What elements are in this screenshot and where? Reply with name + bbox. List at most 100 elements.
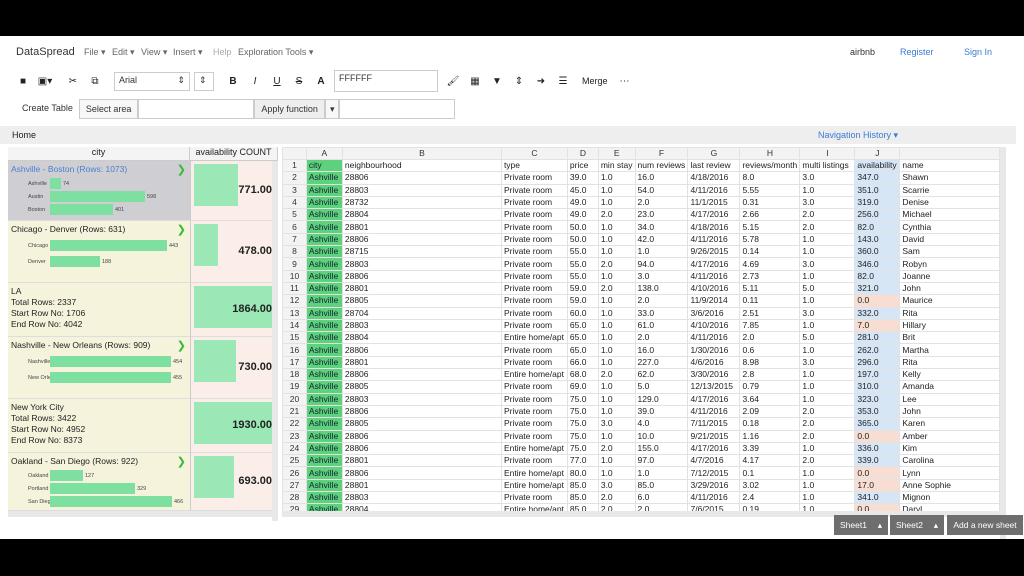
cell[interactable]: 2.0 [799, 208, 856, 222]
cell[interactable]: 82.0 [854, 220, 901, 234]
cell[interactable]: 1.0 [597, 466, 636, 480]
cell[interactable]: 339.0 [854, 454, 901, 468]
cell[interactable]: 28806 [341, 269, 502, 283]
cell[interactable]: 2.0 [597, 491, 636, 505]
cell[interactable]: 1.0 [597, 195, 636, 210]
cell[interactable]: Kim [899, 441, 1000, 456]
cell[interactable]: 1.0 [799, 478, 856, 493]
cell[interactable]: 1.0 [799, 318, 856, 333]
signin-link[interactable]: Sign In [964, 47, 992, 57]
menu-exploration-tools[interactable]: Exploration Tools ▾ [238, 47, 313, 58]
cell[interactable]: 1.0 [597, 318, 636, 333]
cell[interactable]: 75.0 [566, 441, 599, 456]
row-number[interactable]: 18 [282, 368, 307, 382]
cell[interactable]: 49.0 [566, 208, 599, 222]
cell[interactable]: Entire home/apt [500, 441, 568, 456]
cell[interactable]: 85.0 [566, 491, 599, 505]
function-input[interactable] [339, 99, 456, 119]
cell[interactable]: 1.0 [799, 294, 856, 308]
cell[interactable]: 28803 [341, 491, 502, 505]
cell[interactable]: 62.0 [634, 368, 689, 382]
cell[interactable]: Private room [500, 355, 568, 370]
cell[interactable]: 1.0 [597, 380, 636, 394]
cell[interactable]: 2.0 [597, 208, 636, 222]
header-cell[interactable]: availability [854, 158, 901, 173]
cell[interactable]: Lee [899, 392, 1000, 406]
row-number[interactable]: 28 [282, 491, 307, 505]
cell[interactable]: Hillary [899, 318, 1000, 333]
column-letter[interactable]: A [305, 147, 343, 160]
cell[interactable]: 4.17 [739, 454, 801, 468]
cell[interactable]: 3/29/2016 [687, 478, 741, 493]
cell[interactable]: Ashville [305, 441, 343, 456]
cell[interactable]: Ashville [305, 491, 343, 505]
panel-horizontal-scrollbar[interactable] [8, 511, 272, 517]
cell[interactable]: 17.0 [854, 478, 901, 493]
cell[interactable]: 1.0 [799, 392, 856, 406]
header-cell[interactable]: city [305, 158, 343, 173]
cell[interactable]: Private room [500, 380, 568, 394]
cell[interactable]: 4/18/2016 [687, 220, 741, 234]
arrow-right-icon[interactable]: ➜ [532, 72, 550, 90]
cell[interactable]: Ashville [305, 208, 343, 222]
cell[interactable]: Ashville [305, 306, 343, 320]
column-letter[interactable]: F [634, 147, 689, 160]
city-card[interactable]: Ashville - Boston (Rows: 1073) ❯ Ashville 7… [8, 161, 190, 221]
cell[interactable]: 5.0 [799, 331, 856, 345]
cell[interactable]: 256.0 [854, 208, 901, 222]
cell[interactable]: Ashville [305, 269, 343, 283]
cell[interactable]: 28806 [341, 171, 502, 185]
row-number[interactable]: 25 [282, 454, 307, 468]
cell[interactable]: 33.0 [634, 306, 689, 320]
cell[interactable]: 138.0 [634, 281, 689, 296]
cell[interactable]: 2.0 [799, 404, 856, 419]
cell[interactable]: 4/10/2016 [687, 281, 741, 296]
cell[interactable]: 0.14 [739, 245, 801, 259]
cell[interactable]: 2.0 [799, 454, 856, 468]
cell[interactable]: 7.85 [739, 318, 801, 333]
cell[interactable]: 1.0 [597, 392, 636, 406]
cell[interactable]: 28801 [341, 355, 502, 370]
cell[interactable]: 0.79 [739, 380, 801, 394]
cell[interactable]: 75.0 [566, 392, 599, 406]
cell[interactable]: Private room [500, 318, 568, 333]
row-number[interactable]: 8 [282, 245, 307, 259]
cell[interactable]: Ashville [305, 294, 343, 308]
cell[interactable]: David [899, 232, 1000, 247]
cell[interactable]: 341.0 [854, 491, 901, 505]
cell[interactable]: 9/26/2015 [687, 245, 741, 259]
cell[interactable]: 2.0 [799, 429, 856, 443]
register-link[interactable]: Register [900, 47, 934, 57]
header-cell[interactable]: min stay [597, 158, 636, 173]
row-number[interactable]: 11 [282, 281, 307, 296]
cell[interactable]: Brit [899, 331, 1000, 345]
row-number[interactable]: 9 [282, 257, 307, 271]
cell[interactable]: Joanne [899, 269, 1000, 283]
aggregate-cell[interactable]: 1864.00 [190, 283, 278, 337]
cell[interactable]: 2.0 [597, 281, 636, 296]
cell[interactable]: 11/1/2015 [687, 195, 741, 210]
drill-down-icon[interactable]: ❯ [177, 223, 186, 236]
cell[interactable]: Amber [899, 429, 1000, 443]
cell[interactable]: 97.0 [634, 454, 689, 468]
cell[interactable]: 1.0 [799, 183, 856, 197]
cell[interactable]: 59.0 [566, 294, 599, 308]
cell[interactable]: Ashville [305, 281, 343, 296]
cell[interactable]: 323.0 [854, 392, 901, 406]
cell[interactable]: 82.0 [854, 269, 901, 283]
row-number[interactable]: 16 [282, 343, 307, 357]
cell[interactable]: 28805 [341, 380, 502, 394]
cell[interactable]: 69.0 [566, 380, 599, 394]
panel-scrollbar[interactable] [272, 161, 278, 521]
cell[interactable]: 28704 [341, 306, 502, 320]
cell[interactable]: 4.69 [739, 257, 801, 271]
row-number[interactable]: 21 [282, 404, 307, 419]
cell[interactable]: Private room [500, 404, 568, 419]
header-cell[interactable]: price [566, 158, 599, 173]
underline-icon[interactable]: U [268, 72, 286, 90]
font-size-select[interactable]: ⇕ [194, 71, 214, 91]
grid-vertical-scrollbar[interactable] [1000, 147, 1006, 539]
cell[interactable]: 3.0 [597, 478, 636, 493]
cell[interactable]: 4/18/2016 [687, 171, 741, 185]
cell[interactable]: 28715 [341, 245, 502, 259]
